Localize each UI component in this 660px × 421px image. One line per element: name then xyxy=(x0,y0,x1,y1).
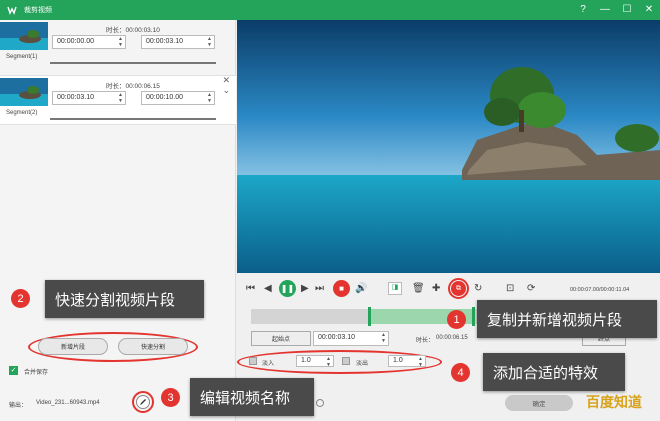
window-title: 裁剪视频 xyxy=(24,7,52,14)
add-segment-button[interactable]: 新增片段 xyxy=(38,338,108,355)
start-time-input[interactable]: 00:00:03.10 ▲ ▼ xyxy=(313,331,389,346)
callout-number-1: 1 xyxy=(447,310,466,329)
fade-out-value[interactable]: 1.0 ▲ ▼ xyxy=(388,355,426,368)
segment-start-time[interactable]: 00:00:00.00 ▲ ▼ xyxy=(52,35,126,49)
merge-label: 合并保存 xyxy=(24,370,49,376)
next-frame-icon[interactable]: ▶ xyxy=(301,283,309,295)
selection-handle-start[interactable] xyxy=(368,307,371,326)
crop-icon[interactable]: ⊡ xyxy=(506,283,514,295)
refresh-icon[interactable]: ↻ xyxy=(474,283,482,295)
video-preview[interactable] xyxy=(237,20,660,273)
snapshot-icon[interactable]: ◨ xyxy=(388,282,402,295)
pause-button[interactable]: ❚❚ xyxy=(279,280,296,297)
volume-icon[interactable]: 🔊 xyxy=(355,283,367,295)
segment-bar xyxy=(50,62,216,64)
highlight-oval xyxy=(448,278,469,299)
segment-name: Segment(2) xyxy=(6,110,38,116)
segment-end-time[interactable]: 00:00:10.00 ▲ ▼ xyxy=(141,91,215,105)
settings-icon[interactable] xyxy=(316,399,324,407)
merge-checkbox[interactable]: ✓ xyxy=(9,366,18,375)
maximize-button[interactable]: ☐ xyxy=(616,0,638,20)
segment-start-time[interactable]: 00:00:03.10 ▲ ▼ xyxy=(52,91,126,105)
fade-out-checkbox[interactable] xyxy=(342,357,350,365)
callout-effects: 添加合适的特效 xyxy=(483,353,625,391)
callout-number-4: 4 xyxy=(451,363,470,382)
callout-number-3: 3 xyxy=(161,388,180,407)
skip-to-start-icon[interactable]: ⏮ xyxy=(246,283,255,295)
fade-out-label: 淡出 xyxy=(356,361,369,367)
highlight-oval xyxy=(132,391,154,413)
stop-button[interactable]: ■ xyxy=(333,280,350,297)
prev-frame-icon[interactable]: ◀ xyxy=(264,283,272,295)
minimize-button[interactable]: — xyxy=(594,0,616,20)
close-window-button[interactable]: ✕ xyxy=(638,0,660,20)
segment-item[interactable]: ✕ ⌄ 时长：00:00:06.15 00:00:03.10 ▲ ▼ 00:00:1… xyxy=(0,75,236,125)
watermark-logo: 百度知道 xyxy=(586,395,642,411)
set-start-button[interactable]: 起始点 xyxy=(251,331,311,346)
skip-to-end-icon[interactable]: ⏭ xyxy=(315,283,324,295)
title-bar: 裁剪视频 ? — ☐ ✕ xyxy=(0,0,660,20)
callout-number-2: 2 xyxy=(11,289,30,308)
segment-thumbnail xyxy=(0,22,48,50)
fade-in-label: 淡入 xyxy=(262,361,275,367)
duration-label: 时长： xyxy=(416,338,435,344)
fade-in-checkbox[interactable] xyxy=(249,357,257,365)
chevron-down-icon[interactable]: ⌄ xyxy=(222,85,230,96)
callout-quick-split: 快速分割视频片段 xyxy=(45,280,204,318)
fade-in-value[interactable]: 1.0 ▲ ▼ xyxy=(296,355,334,368)
segment-duration: 时长：00:00:03.10 xyxy=(106,27,160,34)
ok-button[interactable]: 确定 xyxy=(505,395,573,411)
selection-handle-end[interactable] xyxy=(472,307,475,326)
quick-split-button[interactable]: 快速分割 xyxy=(118,338,188,355)
segment-bar xyxy=(50,118,216,120)
delete-icon[interactable]: 🗑 xyxy=(412,283,425,295)
output-filename: Video_231...60943.mp4 xyxy=(36,400,100,406)
rotate-icon[interactable]: ⟳ xyxy=(527,283,535,295)
segment-duration: 时长：00:00:06.15 xyxy=(106,83,160,90)
output-label: 输出： xyxy=(9,403,28,409)
app-logo-icon xyxy=(6,4,18,16)
callout-edit-name: 编辑视频名称 xyxy=(190,378,314,416)
callout-copy-segment: 复制并新增视频片段 xyxy=(477,300,657,338)
segment-item[interactable]: 时长：00:00:03.10 00:00:00.00 ▲ ▼ 00:00:03.10… xyxy=(0,20,236,70)
segment-end-time[interactable]: 00:00:03.10 ▲ ▼ xyxy=(141,35,215,49)
time-display: 00:00:07.00/00:00:11.04 xyxy=(570,287,630,293)
split-icon[interactable]: ✚ xyxy=(432,283,440,295)
duration-value: 00:00:06.15 xyxy=(436,335,468,341)
segment-name: Segment(1) xyxy=(6,54,38,60)
help-icon[interactable]: ? xyxy=(572,0,594,20)
segment-thumbnail xyxy=(0,78,48,106)
